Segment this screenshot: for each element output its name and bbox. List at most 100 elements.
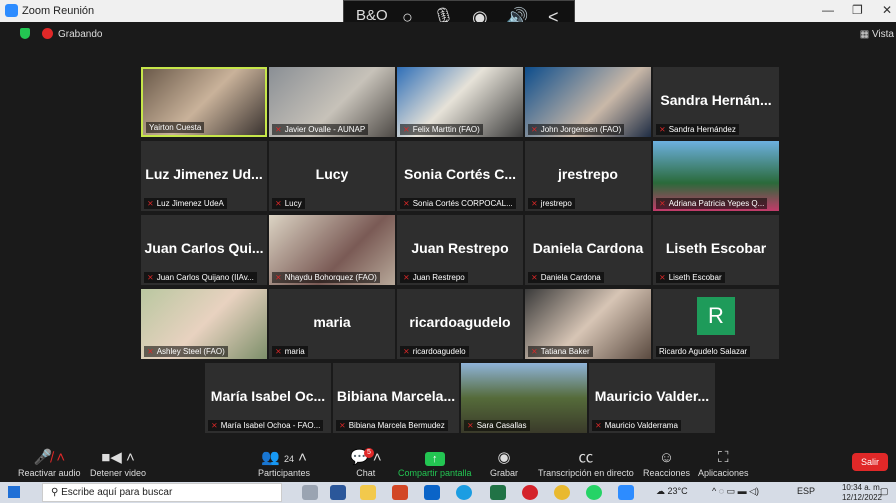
participant-tile[interactable]: Daniela Cardona ⨯ Daniela Cardona bbox=[525, 215, 651, 285]
participant-tile[interactable]: María Isabel Oc... ⨯ María Isabel Ochoa - … bbox=[205, 363, 331, 433]
participant-name-tag: ⨯ Nhaydu Bohorquez (FAO) bbox=[272, 272, 380, 283]
file-explorer-icon[interactable] bbox=[360, 485, 376, 500]
mic-muted-icon: ⨯ bbox=[595, 421, 602, 430]
meeting-toolbar: 🎤̸ ˄ Reactivar audio ■◀ ˄ Detener video … bbox=[0, 446, 896, 482]
temperature: 23°C bbox=[667, 486, 688, 496]
task-view-icon[interactable] bbox=[302, 485, 318, 500]
record-button[interactable]: ◉ Grabar bbox=[490, 448, 518, 478]
participant-display-name: Juan Carlos Qui... bbox=[144, 240, 264, 256]
mic-muted-icon: ⨯ bbox=[211, 421, 218, 430]
participant-name: ricardoagudelo bbox=[412, 347, 466, 356]
excel-icon[interactable] bbox=[490, 485, 506, 500]
participant-display-name: María Isabel Oc... bbox=[210, 388, 326, 404]
taskbar-clock[interactable]: 10:34 a. m. 12/12/2022 bbox=[842, 483, 882, 503]
participant-tile[interactable]: Lucy ⨯ Lucy bbox=[269, 141, 395, 211]
reactions-button[interactable]: ☺ Reacciones bbox=[643, 448, 690, 478]
participant-tile[interactable]: Yairton Cuesta bbox=[141, 67, 267, 137]
participant-name-tag: ⨯ María Isabel Ochoa - FAO... bbox=[208, 420, 324, 431]
chat-button[interactable]: 💬 ˄ 5 Chat bbox=[350, 448, 382, 478]
participant-name-tag: ⨯ maria bbox=[272, 346, 308, 357]
stop-video-button[interactable]: ■◀ ˄ Detener video bbox=[90, 448, 146, 478]
participant-tile[interactable]: Sonia Cortés C... ⨯ Sonia Cortés CORPOCAL.… bbox=[397, 141, 523, 211]
taskbar-search-input[interactable]: ⚲ Escribe aquí para buscar bbox=[42, 483, 282, 502]
participant-display-name: ricardoagudelo bbox=[409, 314, 511, 330]
participant-tile[interactable]: jrestrepo ⨯ jrestrepo bbox=[525, 141, 651, 211]
word-icon[interactable] bbox=[330, 485, 346, 500]
participant-tile[interactable]: Juan Carlos Qui... ⨯ Juan Carlos Quijano (… bbox=[141, 215, 267, 285]
participant-name: Yairton Cuesta bbox=[149, 123, 202, 132]
language-indicator[interactable]: ESP bbox=[797, 486, 815, 496]
participant-tile[interactable]: Juan Restrepo ⨯ Juan Restrepo bbox=[397, 215, 523, 285]
video-camera-icon: ■◀ ˄ bbox=[101, 449, 135, 466]
participant-tile[interactable]: ⨯ Sara Casallas bbox=[461, 363, 587, 433]
mic-muted-icon: ⨯ bbox=[147, 347, 154, 356]
mic-muted-icon: ⨯ bbox=[659, 125, 666, 134]
participants-button[interactable]: 👥 24 ˄ Participantes bbox=[258, 448, 310, 478]
powerpoint-icon[interactable] bbox=[392, 485, 408, 500]
participant-tile[interactable]: ⨯ Nhaydu Bohorquez (FAO) bbox=[269, 215, 395, 285]
mic-muted-icon: ⨯ bbox=[275, 125, 282, 134]
participant-name: Juan Carlos Quijano (IIAv... bbox=[156, 273, 254, 282]
participant-tile[interactable]: ⨯ Adriana Patricia Yepes Q... bbox=[653, 141, 779, 211]
participant-tile[interactable]: Bibiana Marcela... ⨯ Bibiana Marcela Bermu… bbox=[333, 363, 459, 433]
participant-tile[interactable]: ⨯ Tatiana Baker bbox=[525, 289, 651, 359]
windows-start-icon[interactable] bbox=[8, 486, 20, 498]
participant-name: Mauricio Valderrama bbox=[604, 421, 678, 430]
live-transcript-label: Transcripción en directo bbox=[538, 468, 634, 478]
participant-name-tag: ⨯ Bibiana Marcela Bermudez bbox=[336, 420, 448, 431]
weather-icon[interactable]: ☁ 23°C bbox=[656, 486, 688, 497]
leave-button[interactable]: Salir bbox=[852, 453, 888, 471]
participants-icon: 👥 24 ˄ bbox=[261, 449, 307, 466]
share-screen-icon: ↑ bbox=[398, 448, 472, 468]
apps-button[interactable]: ⛶ Aplicaciones bbox=[698, 448, 749, 478]
notifications-icon[interactable]: ▢ bbox=[880, 486, 889, 497]
windows-taskbar: ⚲ Escribe aquí para buscar ☁ 23°C ^ ◌ ▭ … bbox=[0, 482, 896, 503]
unmute-button[interactable]: 🎤̸ ˄ Reactivar audio bbox=[18, 448, 81, 478]
view-label: Vista bbox=[871, 29, 894, 40]
live-transcript-button[interactable]: ㏄ Transcripción en directo bbox=[538, 448, 634, 478]
participant-name: Lucy bbox=[284, 199, 302, 208]
taskbar-search-placeholder: Escribe aquí para buscar bbox=[61, 487, 173, 498]
mic-muted-icon: ⨯ bbox=[531, 125, 538, 134]
clock-time: 10:34 a. m. bbox=[841, 483, 882, 492]
recording-icon bbox=[42, 28, 53, 39]
mic-muted-icon: ⨯ bbox=[275, 273, 282, 282]
participant-tile[interactable]: R Ricardo Agudelo Salazar bbox=[653, 289, 779, 359]
restore-icon[interactable]: ❐ bbox=[852, 3, 863, 17]
participant-tile[interactable]: ⨯ Ashley Steel (FAO) bbox=[141, 289, 267, 359]
participant-tile[interactable]: ⨯ Felix Marttin (FAO) bbox=[397, 67, 523, 137]
participant-tile[interactable]: maria ⨯ maria bbox=[269, 289, 395, 359]
participant-tile[interactable]: Luz Jimenez Ud... ⨯ Luz Jimenez UdeA bbox=[141, 141, 267, 211]
acrobat-icon[interactable] bbox=[522, 485, 538, 500]
share-screen-button[interactable]: ↑ Compartir pantalla bbox=[398, 448, 472, 478]
participant-name-tag: ⨯ Sandra Hernández bbox=[656, 124, 739, 135]
participant-name: Bibiana Marcela Bermudez bbox=[348, 421, 445, 430]
view-button[interactable]: ▦ Vista bbox=[860, 29, 894, 40]
participant-display-name: jrestrepo bbox=[558, 166, 618, 182]
participant-tile[interactable]: ⨯ John Jorgensen (FAO) bbox=[525, 67, 651, 137]
participant-tile[interactable]: Sandra Hernán... ⨯ Sandra Hernández bbox=[653, 67, 779, 137]
whatsapp-icon[interactable] bbox=[586, 485, 602, 500]
zoom-taskbar-icon[interactable] bbox=[618, 485, 634, 500]
participant-tile[interactable]: ricardoagudelo ⨯ ricardoagudelo bbox=[397, 289, 523, 359]
participant-display-name: Daniela Cardona bbox=[532, 240, 644, 256]
tray-icons[interactable]: ^ ◌ ▭ ▬ ◁) bbox=[712, 486, 759, 497]
participant-tile[interactable]: Liseth Escobar ⨯ Liseth Escobar bbox=[653, 215, 779, 285]
chrome-icon[interactable] bbox=[554, 485, 570, 500]
participant-tile[interactable]: ⨯ Javier Ovalle - AUNAP bbox=[269, 67, 395, 137]
participant-tile[interactable]: Mauricio Valder... ⨯ Mauricio Valderrama bbox=[589, 363, 715, 433]
share-screen-label: Compartir pantalla bbox=[398, 468, 472, 478]
cc-icon: ㏄ bbox=[578, 449, 594, 466]
minimize-icon[interactable]: — bbox=[822, 3, 834, 17]
participants-count: 24 bbox=[283, 454, 294, 464]
close-icon[interactable]: ✕ bbox=[882, 3, 892, 17]
participant-name: Sonia Cortés CORPOCAL... bbox=[412, 199, 513, 208]
participant-name: jrestrepo bbox=[540, 199, 572, 208]
edge-icon[interactable] bbox=[456, 485, 472, 500]
chat-badge: 5 bbox=[364, 448, 374, 458]
participant-display-name: Mauricio Valder... bbox=[594, 388, 710, 404]
apps-icon: ⛶ bbox=[718, 449, 729, 466]
mail-icon[interactable] bbox=[424, 485, 440, 500]
participant-display-name: Bibiana Marcela... bbox=[336, 388, 456, 404]
participant-name-tag: ⨯ Sara Casallas bbox=[464, 420, 530, 431]
